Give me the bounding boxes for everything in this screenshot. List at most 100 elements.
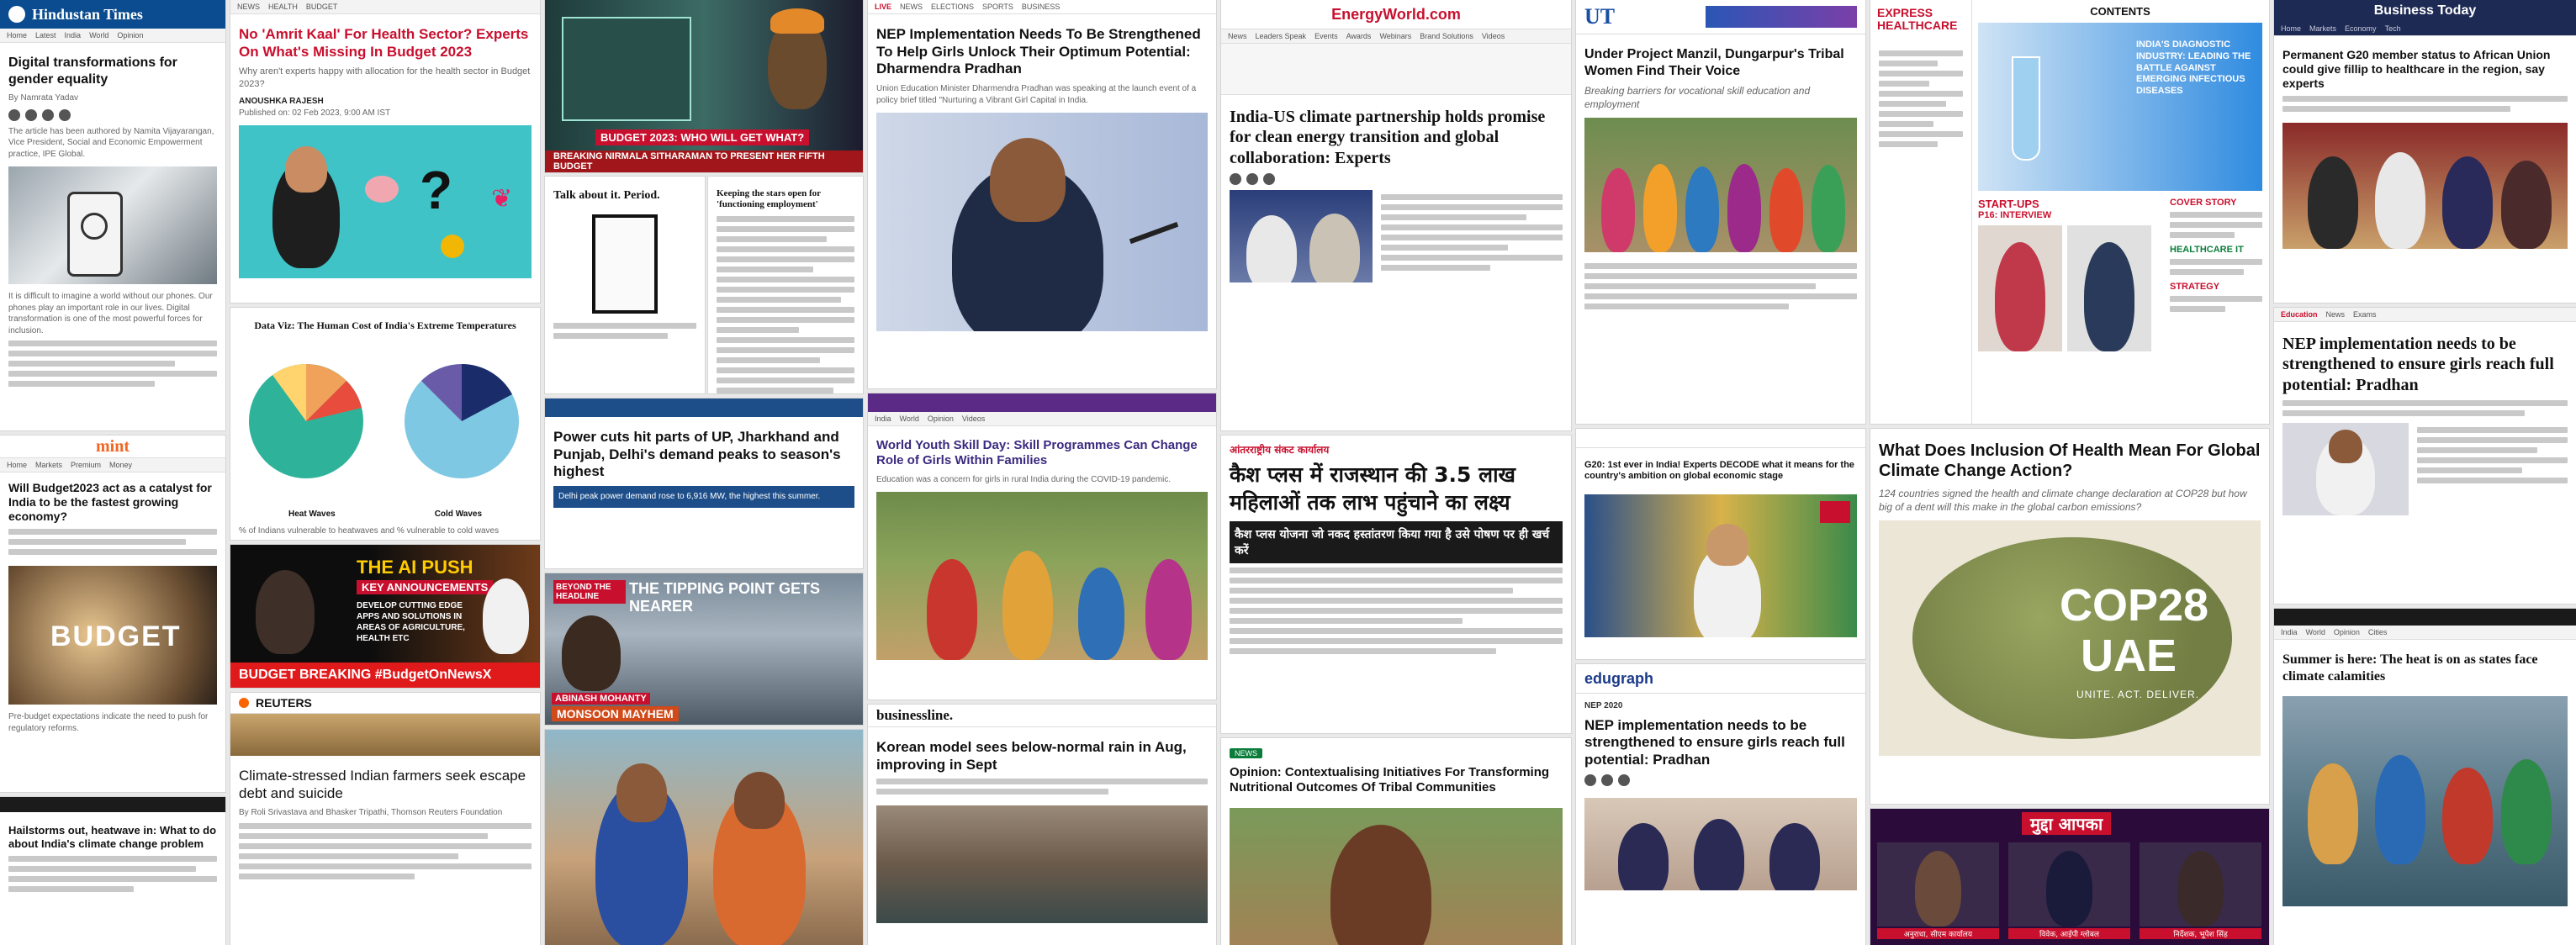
bt-nep-nav: Education News Exams [2274,308,2576,322]
stars-title[interactable]: Keeping the stars open for 'functioning … [717,188,854,211]
business-today-tile[interactable]: Business Today Home Markets Economy Tech Pe… [2274,0,2576,303]
facebook-icon[interactable] [8,108,20,121]
opinion-headline[interactable]: Opinion: Contextualising Initiatives For… [1230,765,1563,796]
dataviz-footer: % of Indians vulnerable to heatwaves and… [239,525,500,536]
ie-summer-tile[interactable]: India World Opinion Cities Summer is here: … [2274,609,2576,945]
nav-brand-solutions[interactable]: Brand Solutions [1420,32,1473,40]
nav-awards[interactable]: Awards [1346,32,1372,40]
heat-wave-pie [249,363,363,478]
whatsapp-icon[interactable] [1618,773,1630,786]
hindi-paper-tile[interactable]: आंतरराष्ट्रीय संकट कार्यालय कैश प्लस में… [1221,436,1571,733]
mint-article-tile[interactable]: mint Home Markets Premium Money Will Budget… [0,436,225,792]
hindi-tv-title: मुद्दा आपका [2022,812,2112,835]
heatwave-article-tile[interactable]: Hailstorms out, heatwave in: What to do … [0,797,225,945]
businessline-body-lines [876,779,1208,795]
nep1-headline[interactable]: NEP Implementation Needs To Be Strengthe… [876,26,1208,78]
eh-startups[interactable]: START-UPS [1978,198,2163,210]
energyworld-tile[interactable]: EnergyWorld.com News Leaders Speak Event… [1221,0,1571,430]
g20-video-tile[interactable]: G20: 1st ever in India! Experts DECODE w… [1576,429,1865,659]
bt-headline[interactable]: Permanent G20 member status to African U… [2282,48,2568,91]
ie-headline[interactable]: Summer is here: The heat is on as states… [2282,652,2568,684]
coin-icon [441,235,464,259]
telegraph-headline[interactable]: NEP implementation needs to be strengthe… [1584,717,1857,769]
edugraph-logo[interactable]: edugraph [1584,670,1653,688]
ht-logo[interactable]: Hindustan Times [32,6,143,24]
g20-headline[interactable]: G20: 1st ever in India! Experts DECODE w… [1584,460,1857,483]
ut-sub: Breaking barriers for vocational skill e… [1584,85,1811,111]
ie-nav: India World Opinion Cities [2274,626,2576,640]
share-icon[interactable] [1230,173,1241,186]
talk-period-tile[interactable]: Talk about it. Period. [545,177,705,393]
power-headline[interactable]: Power cuts hit parts of UP, Jharkhand an… [553,429,854,481]
reuters-logo-icon [239,698,249,708]
health-budget-tile[interactable]: NEWS HEALTH BUDGET No 'Amrit Kaal' For Hea… [230,0,540,303]
comment-icon[interactable] [1246,173,1258,186]
hindi-headline[interactable]: कैश प्लस में राजस्थान की 3.5 लाख महिलाओं… [1230,462,1563,516]
girls-photo-tile[interactable] [545,730,863,945]
businessline-logo[interactable]: businessline. [876,707,953,724]
reuters-article-tile[interactable]: REUTERS Climate-stressed Indian farmers … [230,693,540,945]
nav-webinars[interactable]: Webinars [1379,32,1411,40]
budget-video-tile[interactable]: BUDGET 2023: WHO WILL GET WHAT? BREAKING… [545,0,863,172]
ut-headline[interactable]: Under Project Manzil, Dungarpur's Tribal… [1584,46,1857,79]
health-headline[interactable]: What Does Inclusion Of Health Mean For G… [1879,441,2261,482]
linkedin-icon[interactable] [42,108,54,121]
gender-icon [81,213,108,240]
stars-open-tile[interactable]: Keeping the stars open for 'functioning … [708,177,863,393]
heatwave-body-lines [8,855,217,892]
mint-headline[interactable]: Will Budget2023 act as a catalyst for In… [8,481,217,524]
dataviz-tile[interactable]: Data Viz: The Human Cost of India's Extr… [230,308,540,540]
energyworld-logo[interactable]: EnergyWorld.com [1331,6,1461,24]
facebook-icon[interactable] [1584,773,1596,786]
opinion-tribal-tile[interactable]: NEWS Opinion: Contextualising Initiative… [1221,738,1571,945]
beyond-headline-badge: BEYOND THE HEADLINE [553,580,626,604]
nav-news[interactable]: News [1228,32,1247,40]
reuters-headline[interactable]: Climate-stressed Indian farmers seek esc… [239,768,532,802]
nav-videos[interactable]: Videos [1482,32,1505,40]
ai-push-video-tile[interactable]: THE AI PUSH KEY ANNOUNCEMENTS DEVELOP CU… [230,545,540,688]
businessline-tile[interactable]: businessline. Korean model sees below-no… [868,705,1216,945]
nep-pradhan-tile[interactable]: LIVE NEWS ELECTIONS SPORTS BUSINESS NEP Impl… [868,0,1216,388]
hindi-tv-tile[interactable]: मुद्दा आपका अनुराधा, सीएम कार्यालय विवेक… [1870,809,2269,945]
nav-events[interactable]: Events [1314,32,1338,40]
tribal-women-group-photo [1584,118,1857,253]
power-cuts-tile[interactable]: Power cuts hit parts of UP, Jharkhand an… [545,399,863,568]
ut-manzil-tile[interactable]: UT Under Project Manzil, Dungarpur's Tri… [1576,0,1865,424]
ut-logo[interactable]: UT [1584,4,1615,29]
youth-nav: India World Opinion Videos [868,412,1216,426]
eh-healthcare-it[interactable]: HEALTHCARE IT [2170,245,2262,255]
mint-logo[interactable]: mint [96,437,130,457]
energy-share-icons [1230,173,1563,186]
ht-headline[interactable]: Digital transformations for gender equal… [8,55,217,87]
eh-cover-story[interactable]: COVER STORY [2170,198,2262,208]
twitter-icon[interactable] [25,108,37,121]
businessline-headline[interactable]: Korean model sees below-normal rain in A… [876,739,1208,773]
nav-leaders-speak[interactable]: Leaders Speak [1256,32,1307,40]
tipping-point-tile[interactable]: THE TIPPING POINT GETS NEARER BEYOND THE… [545,573,863,725]
eh-interview[interactable]: P16: INTERVIEW [1978,210,2163,220]
bt-nep-headline[interactable]: NEP implementation needs to be strengthe… [2282,334,2568,395]
eh-strategy-lines [2170,296,2262,312]
nak-nav: NEWS HEALTH BUDGET [230,0,540,14]
cop28-tagline: UNITE. ACT. DELIVER. [2076,689,2200,701]
heatwave-headline[interactable]: Hailstorms out, heatwave in: What to do … [8,824,217,851]
youth-headline[interactable]: World Youth Skill Day: Skill Programmes … [876,438,1208,469]
energy-headline[interactable]: India-US climate partnership holds promi… [1230,107,1563,168]
talk-title[interactable]: Talk about it. Period. [553,188,696,203]
bookmark-icon[interactable] [1263,173,1275,186]
eh-strategy[interactable]: STRATEGY [2170,282,2262,292]
twitter-icon[interactable] [1601,773,1613,786]
youth-skill-tile[interactable]: India World Opinion Videos World Youth Skil… [868,393,1216,700]
express-healthcare-tile[interactable]: EXPRESS HEALTHCARE CONTENTS INDIA'S DIAG… [1870,0,2269,424]
ht-article-tile[interactable]: Hindustan Times Home Latest India World Opin… [0,0,225,430]
whatsapp-icon[interactable] [59,108,71,121]
nak-headline[interactable]: No 'Amrit Kaal' For Health Sector? Exper… [239,26,532,61]
reuters-logo[interactable]: REUTERS [256,696,312,710]
bt-logo[interactable]: Business Today [2374,3,2477,18]
eh-logo[interactable]: EXPRESS HEALTHCARE [1870,0,1971,40]
pradhan-portrait [2282,423,2409,516]
telegraph-nep-tile[interactable]: edugraph NEP 2020 NEP implementation nee… [1576,664,1865,945]
health-climate-tile[interactable]: What Does Inclusion Of Health Mean For G… [1870,429,2269,804]
bt-nep-tile[interactable]: Education News Exams NEP implementation ne… [2274,308,2576,604]
nep2020-label: NEP 2020 [1584,701,1623,710]
